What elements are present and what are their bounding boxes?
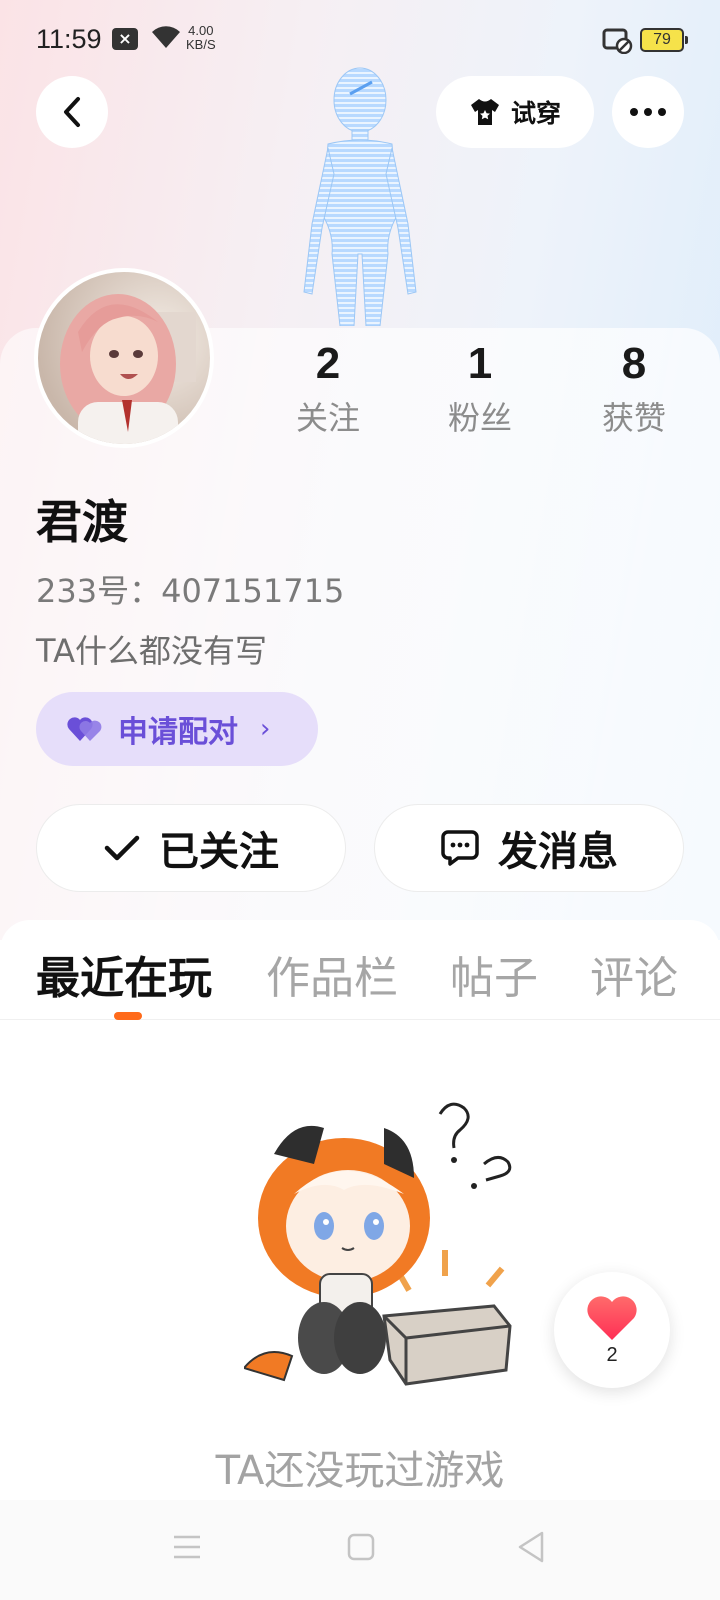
followed-button[interactable]: 已关注: [36, 804, 346, 892]
tab-recently-played[interactable]: 最近在玩: [36, 942, 212, 1006]
menu-icon[interactable]: [172, 1530, 202, 1564]
request-pair-button[interactable]: 申请配对 ›: [36, 692, 318, 766]
user-bio: TA什么都没有写: [36, 632, 267, 670]
status-time: 11:59: [36, 24, 102, 54]
more-dots-icon: [630, 108, 666, 116]
username: 君渡: [36, 495, 128, 549]
tshirt-icon: [470, 99, 499, 125]
system-navigation-bar: [0, 1500, 720, 1600]
stat-following[interactable]: 2 关注: [268, 336, 388, 440]
notification-icon: ×: [112, 28, 138, 50]
stat-likes-count: 8: [621, 339, 647, 388]
stat-fans[interactable]: 1 粉丝: [420, 336, 540, 440]
chat-bubble-icon: [441, 830, 479, 866]
empty-state-text: TA还没玩过游戏: [215, 1448, 505, 1494]
chevron-right-icon: ›: [260, 714, 271, 744]
network-speed-unit: KB/S: [186, 37, 216, 52]
try-on-label: 试穿: [510, 99, 561, 128]
like-count: 2: [606, 1343, 618, 1366]
user-id[interactable]: 233号：407151715: [36, 566, 344, 612]
wifi-icon: [152, 26, 180, 48]
stat-likes-label: 获赞: [601, 399, 666, 437]
tab-works[interactable]: 作品栏: [266, 942, 398, 1006]
back-triangle-icon[interactable]: [516, 1530, 546, 1564]
tab-posts[interactable]: 帖子: [450, 942, 538, 1006]
chevron-left-icon: [64, 97, 80, 127]
battery-indicator: 79: [640, 28, 688, 52]
like-float-button[interactable]: 2: [554, 1272, 670, 1388]
avatar-hologram-figure: [303, 67, 417, 326]
stat-fans-count: 1: [467, 339, 493, 388]
stat-likes[interactable]: 8 获赞: [574, 336, 694, 440]
back-button[interactable]: [36, 76, 108, 148]
checkmark-icon: [104, 835, 140, 861]
stat-following-count: 2: [315, 339, 341, 388]
avatar[interactable]: [34, 268, 214, 452]
double-heart-icon: [67, 717, 102, 741]
home-square-icon[interactable]: [346, 1530, 376, 1564]
send-message-label: 发消息: [498, 829, 618, 875]
tab-comments[interactable]: 评论: [590, 942, 678, 1006]
no-sim-icon: [602, 28, 633, 54]
send-message-button[interactable]: 发消息: [374, 804, 684, 892]
followed-label: 已关注: [159, 829, 279, 875]
network-speed-value: 4.00: [188, 23, 214, 38]
more-options-button[interactable]: [612, 76, 684, 148]
active-tab-indicator: [114, 1012, 142, 1020]
heart-icon: [587, 1295, 637, 1340]
stat-following-label: 关注: [295, 399, 360, 437]
try-on-button[interactable]: 试穿: [436, 76, 594, 148]
profile-tabs: 最近在玩 作品栏 帖子 评论: [0, 920, 720, 1020]
empty-state-illustration: [244, 1102, 512, 1386]
request-pair-label: 申请配对: [118, 715, 238, 750]
avatar-image: [38, 272, 210, 452]
stat-fans-label: 粉丝: [447, 399, 512, 437]
network-speed: 4.00 KB/S: [186, 24, 216, 52]
